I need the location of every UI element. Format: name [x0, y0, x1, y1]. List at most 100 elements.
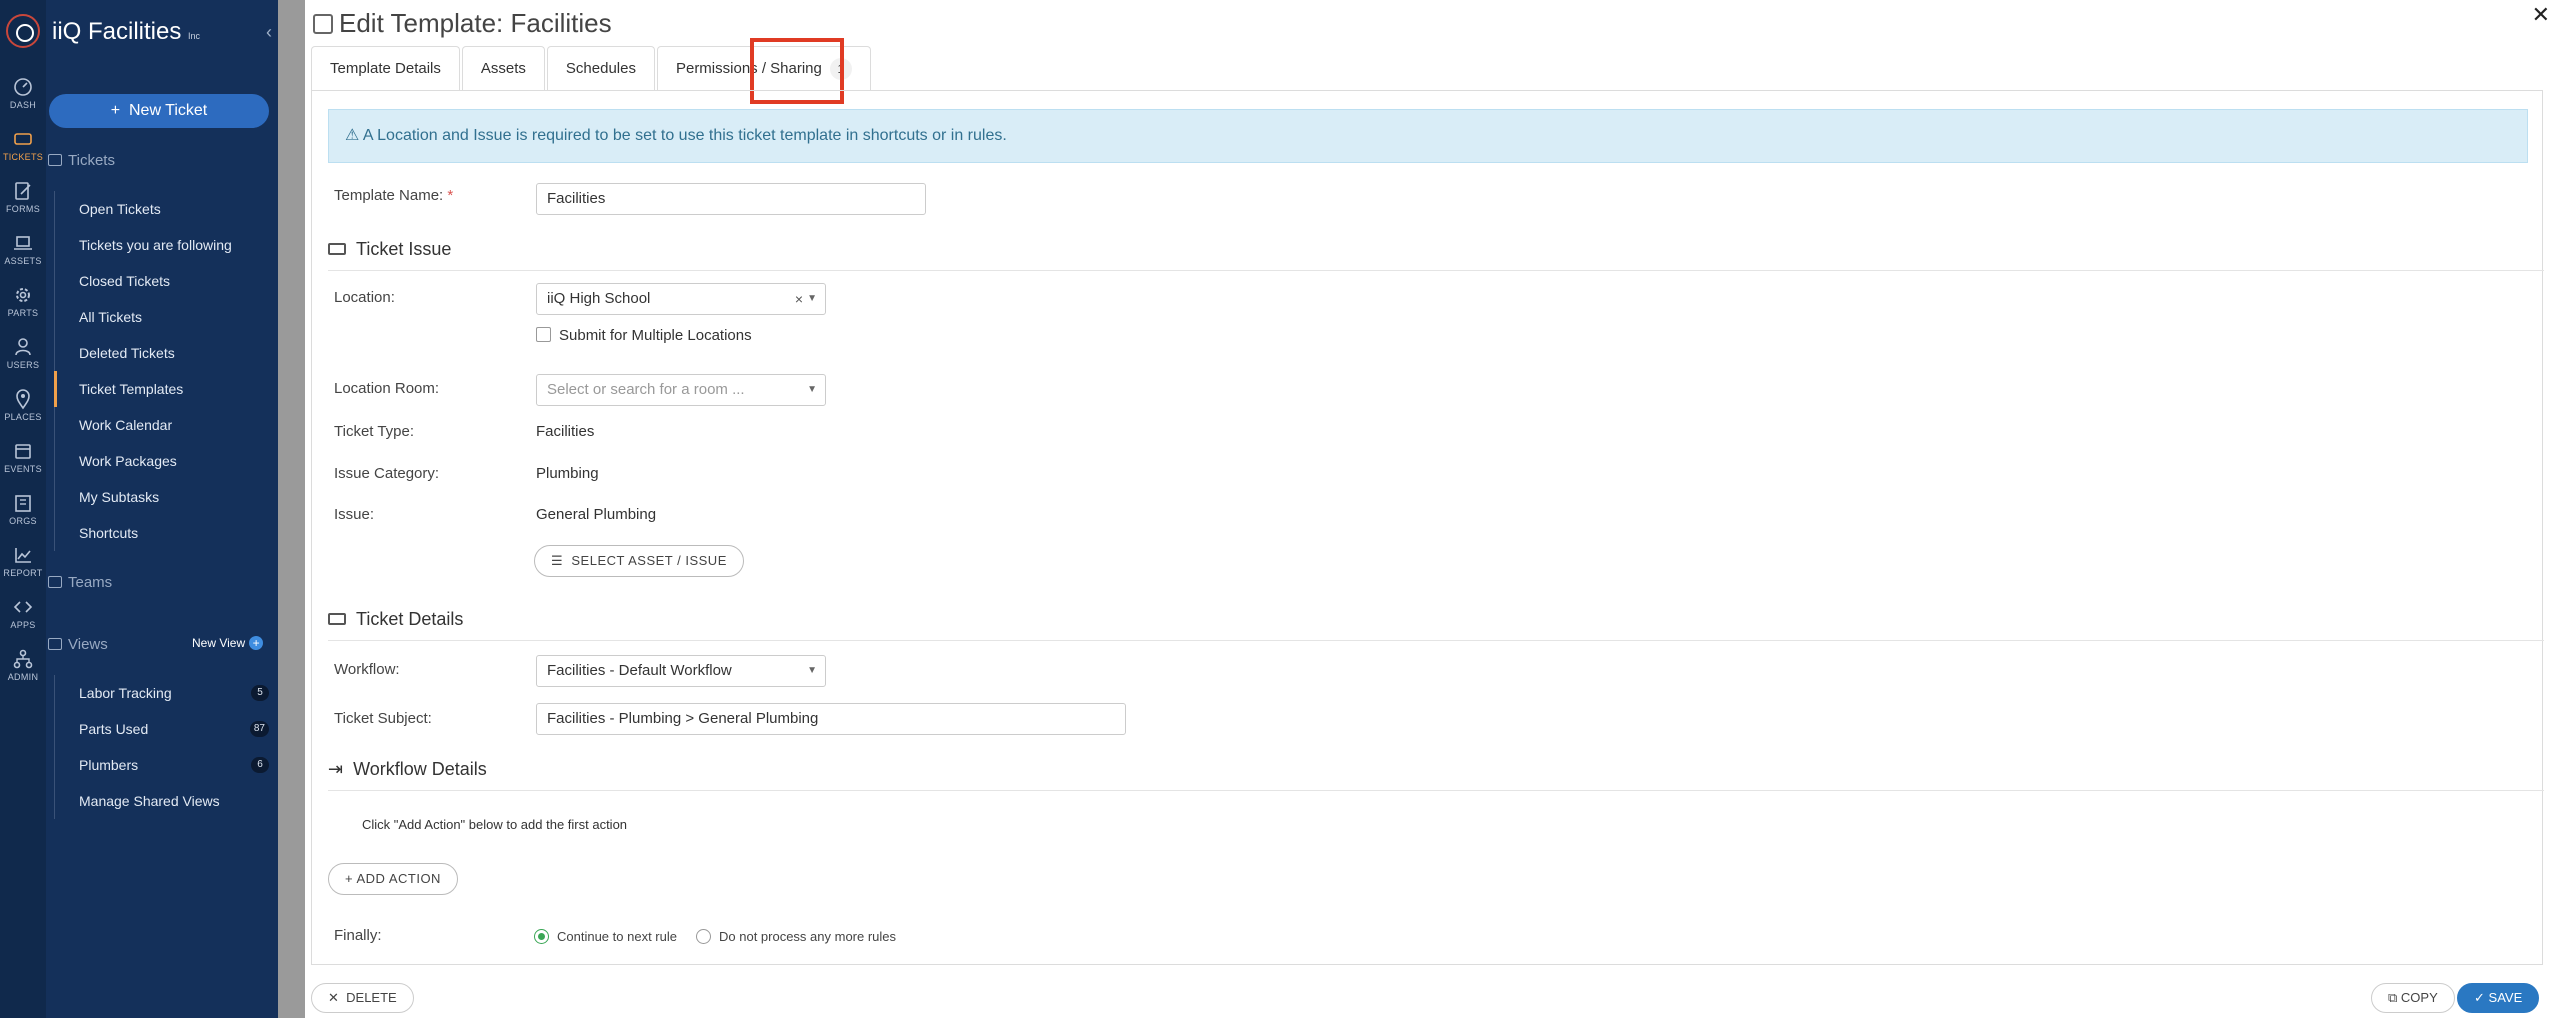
template-icon — [313, 14, 333, 34]
nav-closed-tickets[interactable]: Closed Tickets — [55, 263, 275, 299]
rail-forms-label: FORMS — [6, 204, 40, 214]
tickets-section[interactable]: Tickets — [48, 152, 115, 169]
nav-open-tickets[interactable]: Open Tickets — [55, 191, 275, 227]
rail-tickets[interactable]: TICKETS — [0, 124, 46, 172]
rail-parts[interactable]: PARTS — [0, 280, 46, 328]
teams-section-label: Teams — [68, 574, 113, 591]
new-ticket-label: New Ticket — [128, 102, 208, 119]
brand-name: iiQ Facilities — [52, 18, 182, 45]
tab-assets[interactable]: Assets — [461, 46, 545, 90]
checkbox-box[interactable] — [536, 327, 551, 342]
rail-forms[interactable]: FORMS — [0, 176, 46, 224]
rail-admin-label: ADMIN — [7, 672, 39, 682]
copy-button[interactable]: ⧉ COPY — [2371, 983, 2455, 1013]
new-ticket-button[interactable]: + New Ticket — [49, 94, 269, 128]
calendar-icon — [15, 444, 31, 459]
new-view-label: New View — [192, 636, 246, 650]
add-action-button[interactable]: + ADD ACTION — [328, 863, 458, 895]
rail-dash-label: DASH — [9, 100, 37, 110]
rail-places[interactable]: PLACES — [0, 384, 46, 432]
workflow-select[interactable]: Facilities - Default Workflow ▼ — [536, 655, 826, 687]
views-icon — [48, 638, 62, 650]
workflow-value: Facilities - Default Workflow — [547, 662, 732, 679]
location-select[interactable]: iiQ High School × ▼ — [536, 283, 826, 315]
nav-work-calendar[interactable]: Work Calendar — [55, 407, 275, 443]
delete-label: DELETE — [346, 990, 397, 1005]
issue-category-label: Issue Category: — [334, 465, 440, 482]
view-label: Labor Tracking — [79, 685, 172, 701]
close-icon[interactable]: ✕ — [2532, 2, 2550, 28]
teams-icon — [48, 576, 62, 588]
template-name-label: Template Name: * — [334, 187, 453, 204]
views-section[interactable]: Views — [48, 636, 108, 653]
nav-work-packages[interactable]: Work Packages — [55, 443, 275, 479]
view-labor-tracking[interactable]: Labor Tracking 5 — [55, 675, 275, 711]
laptop-icon — [14, 236, 32, 250]
view-count-badge: 87 — [249, 721, 269, 737]
rail-orgs-label: ORGS — [9, 516, 37, 526]
location-room-select[interactable]: Select or search for a room ... ▼ — [536, 374, 826, 406]
plus-icon: + — [110, 102, 121, 119]
chevron-down-icon[interactable]: ▼ — [807, 656, 817, 686]
tab-schedules[interactable]: Schedules — [546, 46, 655, 90]
chevron-down-icon[interactable]: ▼ — [807, 284, 817, 314]
location-label: Location: — [334, 289, 395, 306]
radio-selected[interactable] — [534, 929, 549, 944]
nav-my-subtasks[interactable]: My Subtasks — [55, 479, 275, 515]
ticket-icon — [14, 133, 32, 145]
stop-processing-label: Do not process any more rules — [719, 929, 897, 944]
nav-sidebar: iiQ Facilities Inc ‹ + New Ticket Ticket… — [46, 0, 278, 1018]
ticket-details-heading: Ticket Details — [328, 609, 2544, 641]
list-icon: ☰ — [551, 553, 564, 568]
issue-label: Issue: — [334, 506, 375, 523]
rail-events-label: EVENTS — [4, 464, 42, 474]
nav-all-tickets[interactable]: All Tickets — [55, 299, 275, 335]
clear-icon[interactable]: × — [795, 284, 803, 314]
delete-button[interactable]: ✕ DELETE — [311, 983, 414, 1013]
rail-users[interactable]: USERS — [0, 332, 46, 380]
nav-ticket-templates[interactable]: Ticket Templates — [54, 371, 274, 407]
ticket-subject-input[interactable]: Facilities - Plumbing > General Plumbing — [536, 703, 1126, 735]
chevron-down-icon[interactable]: ▼ — [807, 375, 817, 405]
code-icon — [13, 601, 33, 613]
rail-report[interactable]: REPORT — [0, 540, 46, 588]
template-name-input[interactable]: Facilities — [536, 183, 926, 215]
ticket-type-value: Facilities — [536, 423, 595, 440]
collapse-sidebar-icon[interactable]: ‹ — [266, 22, 272, 43]
teams-section[interactable]: Teams — [48, 574, 112, 591]
copy-icon: ⧉ — [2388, 990, 2398, 1005]
tab-template-details[interactable]: Template Details — [311, 46, 460, 90]
nav-shortcuts[interactable]: Shortcuts — [55, 515, 275, 551]
gear-icon — [16, 288, 30, 302]
stop-processing-option[interactable]: Do not process any more rules — [696, 929, 896, 944]
rail-dash[interactable]: DASH — [0, 72, 46, 120]
rail-assets[interactable]: ASSETS — [0, 228, 46, 276]
map-pin-icon — [16, 389, 30, 410]
app-logo[interactable] — [6, 14, 40, 48]
new-view-button[interactable]: New View + — [192, 636, 264, 650]
continue-next-rule-option[interactable]: Continue to next rule — [534, 929, 677, 944]
check-icon: ✓ — [2474, 990, 2485, 1005]
rail-places-label: PLACES — [4, 412, 42, 422]
rail-orgs[interactable]: ORGS — [0, 488, 46, 536]
view-count-badge: 6 — [251, 757, 269, 773]
copy-label: COPY — [2400, 990, 2438, 1005]
rail-events[interactable]: EVENTS — [0, 436, 46, 484]
nav-tickets-following[interactable]: Tickets you are following — [55, 227, 275, 263]
ticket-details-heading-text: Ticket Details — [356, 609, 464, 629]
rail-apps[interactable]: APPS — [0, 592, 46, 640]
form-icon — [15, 182, 31, 200]
workflow-hint: Click "Add Action" below to add the firs… — [362, 817, 628, 832]
save-button[interactable]: ✓ SAVE — [2457, 983, 2540, 1013]
sitemap-icon — [13, 649, 33, 669]
radio-unselected[interactable] — [696, 929, 711, 944]
views-nav-list: Labor Tracking 5 Parts Used 87 Plumbers 6 M… — [54, 675, 275, 819]
brand[interactable]: iiQ Facilities Inc — [52, 18, 200, 46]
multi-location-checkbox[interactable]: Submit for Multiple Locations — [536, 327, 752, 344]
view-plumbers[interactable]: Plumbers 6 — [55, 747, 275, 783]
view-parts-used[interactable]: Parts Used 87 — [55, 711, 275, 747]
view-manage-shared[interactable]: Manage Shared Views — [55, 783, 275, 819]
rail-admin[interactable]: ADMIN — [0, 644, 46, 692]
select-asset-issue-button[interactable]: ☰ SELECT ASSET / ISSUE — [534, 545, 744, 577]
nav-deleted-tickets[interactable]: Deleted Tickets — [55, 335, 275, 371]
